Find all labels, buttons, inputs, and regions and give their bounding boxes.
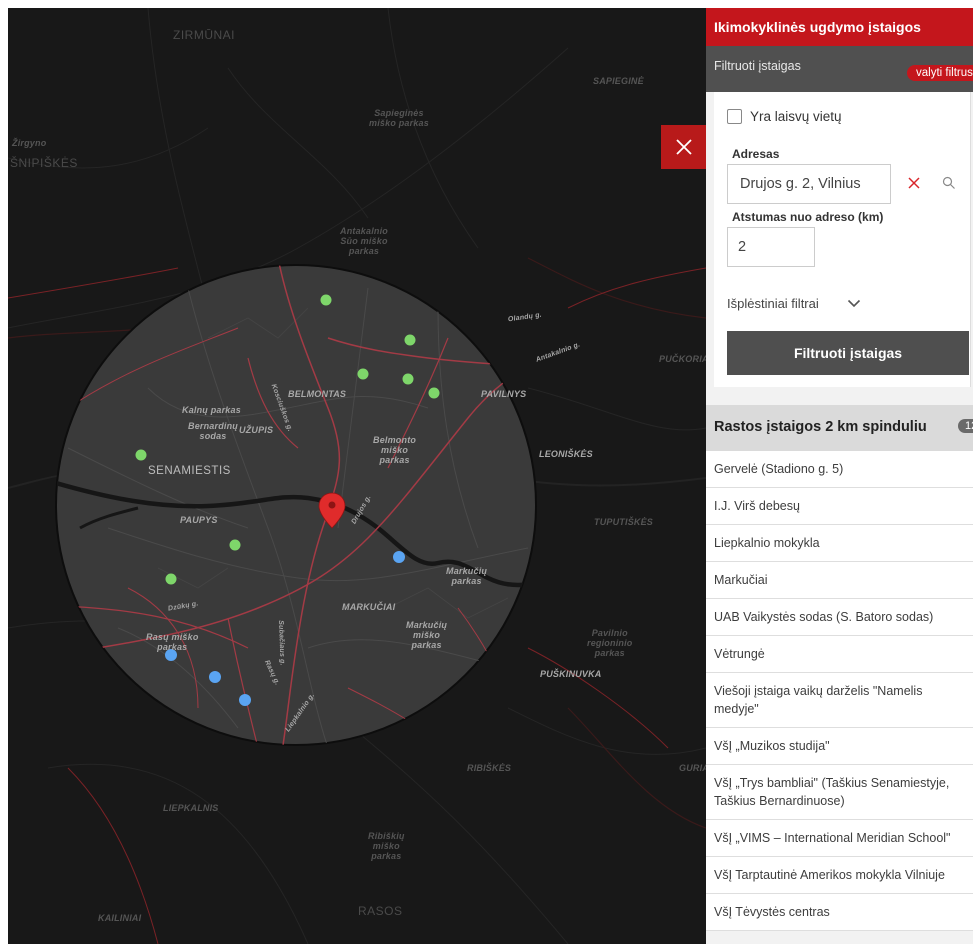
green-marker[interactable] (229, 539, 241, 551)
map-label-sapiegine: SAPIEGINĖ (593, 76, 644, 86)
map-label-sapieginės-parkas: Sapieginės miško parkas (369, 108, 429, 128)
list-item[interactable]: Markučiai (706, 562, 973, 599)
map-label-ribiskiu-parkas: Ribiškių miško parkas (368, 831, 405, 861)
map-label-zirgyno: Žirgyno (12, 138, 47, 148)
green-marker[interactable] (165, 573, 177, 585)
list-item[interactable]: VšĮ Tarptautinė Amerikos mokykla Vilniuj… (706, 857, 973, 894)
map-label-puskinuvka: PUŠKINUVKA (540, 669, 602, 679)
list-item[interactable]: UAB Vaikystės sodas (S. Batoro sodas) (706, 599, 973, 636)
map-label-belmontas: BELMONTAS (288, 389, 347, 399)
close-map-button[interactable] (661, 125, 706, 169)
list-item[interactable]: Viešoji įstaiga vaikų darželis "Namelis … (706, 673, 973, 728)
panel-title: Ikimokyklinės ugdymo įstaigos (706, 8, 973, 46)
distance-label: Atstumas nuo adreso (km) (732, 210, 884, 224)
free-spots-label: Yra laisvų vietų (750, 109, 842, 124)
map-label-liepkalnis: LIEPKALNIS (163, 803, 219, 813)
distance-input[interactable]: 2 (727, 227, 815, 267)
filter-submit-button[interactable]: Filtruoti įstaigas (727, 331, 969, 375)
list-item[interactable]: I.J. Virš debesų (706, 488, 973, 525)
map-label-belmonto-parkas: Belmonto miško parkas (373, 435, 417, 465)
chevron-down-icon (847, 299, 860, 308)
map-label-tupuciskes: TUPUTIŠKĖS (594, 517, 654, 527)
map-canvas[interactable] (8, 8, 706, 944)
map-label-puckoriai: PUČKORIAI (659, 354, 706, 364)
clear-filters-button[interactable]: valyti filtrus (907, 65, 973, 81)
map-label-markuciu-parkas: Markučių parkas (446, 566, 488, 586)
results-title: Rastos įstaigos 2 km spinduliu (714, 419, 927, 435)
map-label-ribiskes: RIBIŠKĖS (467, 763, 512, 773)
map-label-rasu-parkas: Rasų miško parkas (146, 632, 199, 652)
close-icon (675, 139, 692, 155)
green-marker[interactable] (428, 387, 440, 399)
search-icon[interactable] (942, 176, 956, 190)
map-label-zirmunai: ZIRMŪNAI (173, 28, 235, 42)
green-marker[interactable] (357, 368, 369, 380)
filter-title: Filtruoti įstaigas (714, 59, 801, 73)
map-label-antakalnio-parkas: Antakalnio Sūo miško parkas (340, 226, 389, 256)
address-input[interactable]: Drujos g. 2, Vilnius (727, 164, 891, 204)
blue-marker[interactable] (209, 671, 221, 683)
map-label-uzupis: UŽUPIS (239, 425, 274, 435)
blue-marker[interactable] (393, 551, 405, 563)
map-view[interactable]: ZIRMŪNAI SAPIEGINĖ Sapieginės miško park… (8, 8, 706, 944)
map-label-street: Subačiaus g. (277, 620, 286, 666)
map-label-bernardinu-sodas: Bernardinų sodas (188, 421, 239, 441)
list-item[interactable]: VšĮ „Muzikos studija" (706, 728, 973, 765)
map-label-rasos: RASOS (358, 904, 403, 918)
filter-panel: Ikimokyklinės ugdymo įstaigos Filtruoti … (706, 8, 973, 944)
list-item[interactable]: Gervelė (Stadiono g. 5) (706, 451, 973, 488)
green-marker[interactable] (404, 334, 416, 346)
list-item[interactable]: VšĮ „Trys bambliai" (Taškius Senamiestyj… (706, 765, 973, 820)
blue-marker[interactable] (239, 694, 251, 706)
results-list: Gervelė (Stadiono g. 5) I.J. Virš debesų… (706, 451, 973, 931)
map-label-senamiestis: SENAMIESTIS (148, 465, 231, 477)
map-label-markuciai: MARKUČIAI (342, 602, 396, 612)
list-item[interactable]: Liepkalnio mokykla (706, 525, 973, 562)
list-item[interactable]: VšĮ Tėvystės centras (706, 894, 973, 931)
map-label-pavilnys: PAVILNYS (481, 389, 527, 399)
list-item[interactable]: Vėtrungė (706, 636, 973, 673)
map-label-kailiniai: KAILINIAI (98, 913, 142, 923)
list-item[interactable]: VšĮ „VIMS – International Meridian Schoo… (706, 820, 973, 857)
address-label: Adresas (732, 147, 780, 161)
advanced-filters-toggle[interactable]: Išplėstiniai filtrai (727, 296, 861, 311)
filter-form: Yra laisvų vietų Adresas Drujos g. 2, Vi… (714, 92, 971, 387)
advanced-filters-label: Išplėstiniai filtrai (727, 296, 819, 311)
results-count-badge: 12 (958, 419, 973, 433)
green-marker[interactable] (320, 294, 332, 306)
green-marker[interactable] (402, 373, 414, 385)
map-label-markuciu-misko-parkas: Markučių miško parkas (406, 620, 448, 650)
green-marker[interactable] (135, 449, 147, 461)
free-spots-checkbox[interactable] (727, 109, 742, 124)
map-label-leoniskes: LEONIŠKĖS (539, 449, 593, 459)
map-label-guriai: GURIAI (679, 763, 706, 773)
clear-address-icon[interactable] (907, 176, 921, 190)
results-header: Rastos įstaigos 2 km spinduliu 12 (706, 405, 973, 451)
map-label-kalnu-parkas: Kalnų parkas (182, 405, 241, 415)
map-label-snipiskes: ŠNIPIŠKĖS (10, 156, 78, 170)
free-spots-filter[interactable]: Yra laisvų vietų (727, 109, 842, 124)
map-label-paupys: PAUPYS (180, 515, 218, 525)
map-label-pavilnio-parkas: Pavilnio regioninio parkas (587, 628, 633, 658)
